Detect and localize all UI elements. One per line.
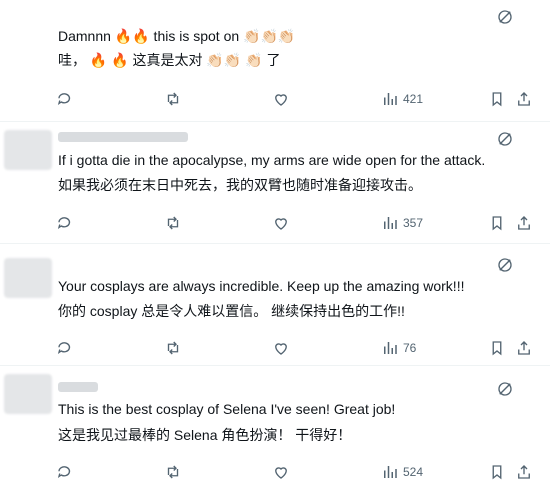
reply-card[interactable]: Damnnn 🔥🔥 this is spot on 👏🏻👏🏻👏🏻 哇， 🔥 🔥 … <box>0 0 550 122</box>
views-icon <box>384 217 397 229</box>
bookmark-button[interactable] <box>488 213 506 233</box>
views-button[interactable]: 76 <box>381 338 416 358</box>
reply-text-en: This is the best cosplay of Selena I've … <box>58 401 396 417</box>
views-count: 76 <box>403 341 417 355</box>
reply-text-zh: 哇， 🔥 🔥 这真是太对 👏🏻👏🏻 👏🏻 了 <box>58 52 281 68</box>
share-icon <box>518 341 530 355</box>
bookmark-button[interactable] <box>488 89 506 109</box>
views-button[interactable]: 357 <box>381 213 423 233</box>
action-bar: 524 <box>0 462 550 482</box>
reply-card[interactable]: If i gotta die in the apocalypse, my arm… <box>0 122 550 244</box>
like-icon <box>275 467 287 479</box>
views-count: 421 <box>403 92 424 106</box>
bookmark-button[interactable] <box>488 462 506 482</box>
translate-icon[interactable] <box>496 380 514 398</box>
reply-button[interactable] <box>56 338 74 358</box>
views-icon <box>384 342 397 354</box>
reply-button[interactable] <box>56 89 74 109</box>
reply-text-en: Damnnn 🔥🔥 this is spot on 👏🏻👏🏻👏🏻 <box>58 28 296 44</box>
share-button[interactable] <box>515 89 533 109</box>
views-count: 357 <box>403 216 424 230</box>
action-bar: 76 <box>0 338 550 358</box>
share-icon <box>518 216 530 230</box>
share-icon <box>518 92 530 106</box>
views-count: 524 <box>403 465 424 479</box>
reply-icon <box>57 93 71 106</box>
retweet-button[interactable] <box>164 89 182 109</box>
action-bar: 421 <box>0 89 550 109</box>
translate-icon[interactable] <box>496 130 514 148</box>
reply-icon <box>57 342 71 355</box>
retweet-button[interactable] <box>164 462 182 482</box>
translate-icon[interactable] <box>496 8 514 26</box>
reply-icon <box>57 217 71 230</box>
avatar <box>4 374 52 414</box>
bookmark-icon <box>492 465 502 480</box>
reply-text-zh: 如果我必须在末日中死去，我的双臂也随时准备迎接攻击。 <box>58 177 422 193</box>
author-header <box>58 132 188 142</box>
reply-text-en: Your cosplays are always incredible. Kee… <box>58 278 465 294</box>
like-button[interactable] <box>272 338 290 358</box>
retweet-icon <box>167 341 179 355</box>
reply-card[interactable]: This is the best cosplay of Selena I've … <box>0 366 550 484</box>
author-header <box>58 382 98 392</box>
bookmark-icon <box>492 341 502 356</box>
share-button[interactable] <box>515 213 533 233</box>
like-icon <box>275 343 287 355</box>
avatar <box>4 130 52 170</box>
reply-text-en: If i gotta die in the apocalypse, my arm… <box>58 152 486 168</box>
share-button[interactable] <box>515 338 533 358</box>
retweet-icon <box>167 92 179 106</box>
share-icon <box>518 465 530 479</box>
action-bar: 357 <box>0 213 550 233</box>
like-button[interactable] <box>272 462 290 482</box>
retweet-button[interactable] <box>164 338 182 358</box>
retweet-icon <box>167 465 179 479</box>
translate-icon[interactable] <box>496 256 514 274</box>
retweet-button[interactable] <box>164 213 182 233</box>
bookmark-icon <box>492 216 502 231</box>
views-icon <box>384 466 397 478</box>
reply-button[interactable] <box>56 462 74 482</box>
views-button[interactable]: 421 <box>381 89 423 109</box>
like-icon <box>275 94 287 106</box>
avatar <box>4 258 52 298</box>
reply-button[interactable] <box>56 213 74 233</box>
reply-icon <box>57 466 71 479</box>
like-button[interactable] <box>272 213 290 233</box>
bookmark-button[interactable] <box>488 338 506 358</box>
retweet-icon <box>167 216 179 230</box>
views-icon <box>384 93 397 105</box>
like-button[interactable] <box>272 89 290 109</box>
bookmark-icon <box>492 92 502 107</box>
views-button[interactable]: 524 <box>381 462 423 482</box>
share-button[interactable] <box>515 462 533 482</box>
reply-text-zh: 这是我见过最棒的 Selena 角色扮演！ 干得好！ <box>58 427 352 443</box>
like-icon <box>275 218 287 230</box>
reply-card[interactable]: Your cosplays are always incredible. Kee… <box>0 244 550 366</box>
reply-text-zh: 你的 cosplay 总是令人难以置信。 继续保持出色的工作!! <box>58 303 405 319</box>
